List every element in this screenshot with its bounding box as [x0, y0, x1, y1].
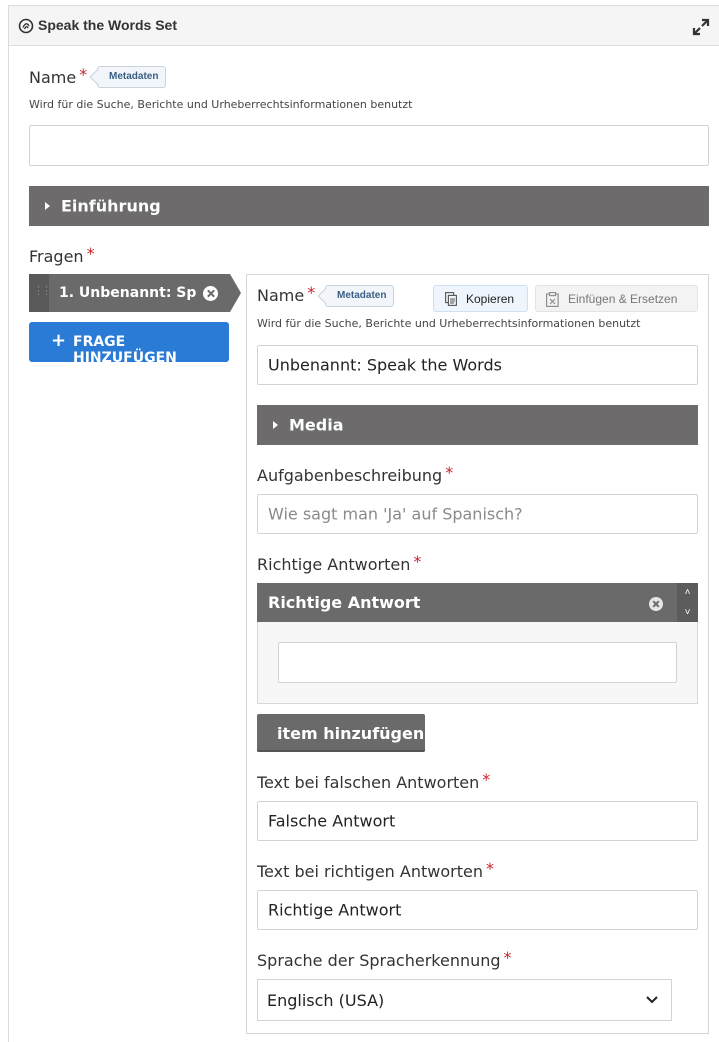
wrong-answer-text-input[interactable]: Falsche Antwort	[257, 801, 698, 841]
caret-right-icon	[273, 421, 278, 429]
media-section-toggle[interactable]: Media	[257, 405, 698, 445]
task-description-label: Aufgabenbeschreibung *	[257, 463, 454, 485]
remove-question-icon[interactable]	[203, 286, 218, 301]
paste-icon	[546, 292, 559, 307]
page-title: Speak the Words Set	[38, 17, 178, 33]
wrong-answer-text-label: Text bei falschen Antworten *	[257, 770, 491, 792]
required-mark: *	[503, 948, 512, 967]
copy-icon	[445, 292, 457, 306]
expand-icon[interactable]	[691, 17, 711, 37]
paste-replace-button[interactable]: Einfügen & Ersetzen	[535, 285, 698, 312]
name-description: Wird für die Suche, Berichte und Urheber…	[29, 98, 413, 111]
item-order-controls: ˄ ˅	[677, 583, 698, 622]
name-label: Name *	[29, 65, 88, 87]
language-label: Sprache der Spracherkennung *	[257, 948, 512, 970]
speak-icon	[18, 18, 34, 34]
title-bar: Speak the Words Set	[9, 6, 719, 46]
plus-icon: +	[51, 330, 67, 351]
correct-answer-input[interactable]	[278, 642, 677, 683]
required-mark: *	[86, 244, 95, 263]
required-mark: *	[485, 859, 494, 878]
intro-section-toggle[interactable]: Einführung	[29, 186, 709, 226]
required-mark: *	[482, 770, 491, 789]
question-metadata-button[interactable]: Metadaten	[325, 285, 395, 307]
move-down-icon[interactable]: ˅	[677, 603, 698, 622]
drag-handle-icon[interactable]	[29, 274, 49, 312]
question-name-input[interactable]: Unbenannt: Speak the Words	[257, 345, 698, 385]
right-answer-text-input[interactable]: Richtige Antwort	[257, 890, 698, 930]
required-mark: *	[445, 463, 454, 482]
add-question-button[interactable]: + FRAGE HINZUFÜGEN	[29, 322, 229, 366]
required-mark: *	[413, 552, 422, 571]
question-tab[interactable]: 1. Unbenannt: Spe...	[29, 274, 241, 312]
caret-right-icon	[45, 202, 50, 210]
question-name-description: Wird für die Suche, Berichte und Urheber…	[257, 317, 641, 330]
move-up-icon[interactable]: ˄	[677, 583, 698, 602]
add-item-button[interactable]: item hinzufügen	[257, 714, 425, 752]
question-name-label: Name *	[257, 283, 316, 305]
required-mark: *	[307, 283, 316, 302]
remove-item-icon[interactable]	[649, 597, 663, 611]
copy-button[interactable]: Kopieren	[433, 285, 528, 312]
correct-answers-label: Richtige Antworten *	[257, 552, 422, 574]
right-answer-text-label: Text bei richtigen Antworten *	[257, 859, 494, 881]
questions-label: Fragen *	[29, 244, 95, 266]
metadata-button[interactable]: Metadaten	[97, 66, 167, 88]
required-mark: *	[79, 65, 88, 84]
task-description-input[interactable]: Wie sagt man 'Ja' auf Spanisch?	[257, 494, 698, 534]
active-tab-arrow	[230, 274, 241, 312]
name-input[interactable]	[29, 125, 709, 166]
language-select[interactable]: Englisch (USA)	[257, 979, 672, 1021]
correct-answer-item-header: Richtige Antwort	[257, 583, 677, 622]
chevron-down-icon	[646, 996, 658, 1004]
